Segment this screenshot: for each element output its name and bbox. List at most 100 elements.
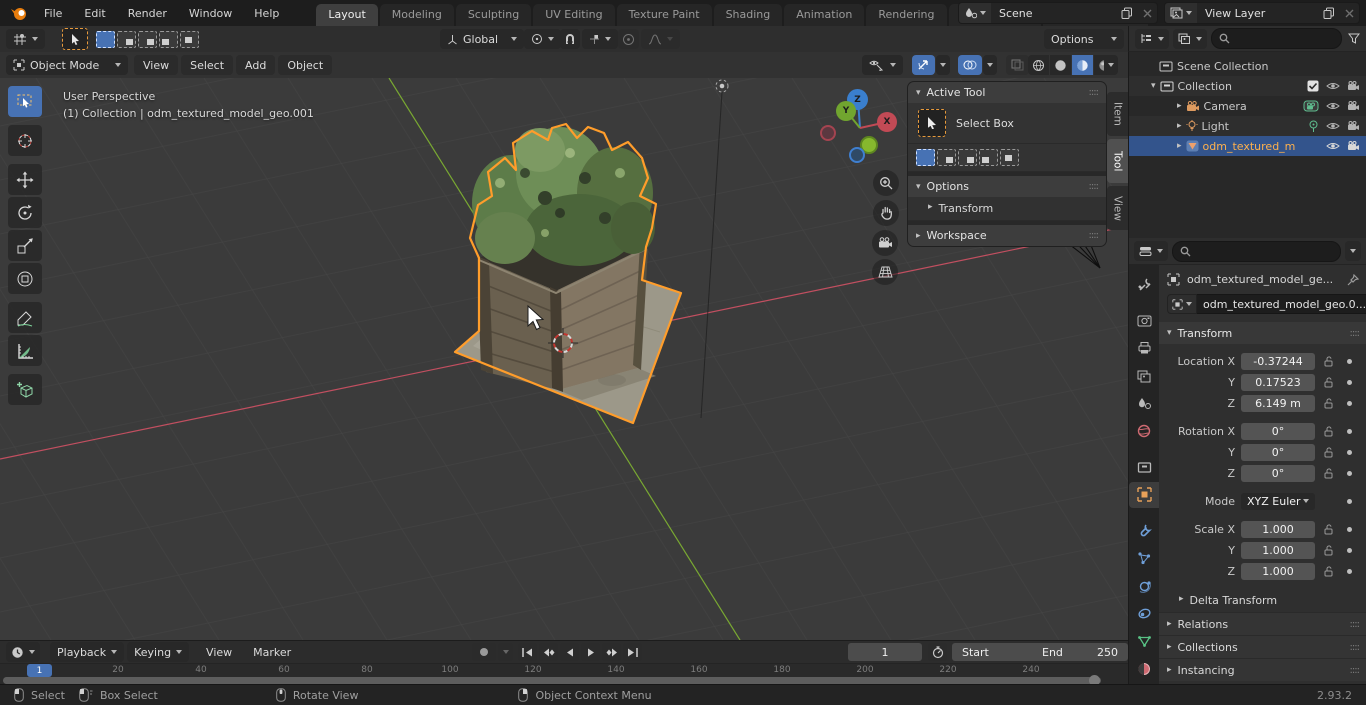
frame-end-field[interactable]: End250 [1032,643,1128,661]
viewport-menu-add[interactable]: Add [236,55,275,75]
animate-dot[interactable] [1347,471,1352,476]
disable-render-icon[interactable] [1347,121,1360,131]
select-mode-invert[interactable] [159,31,178,48]
panel-mode-extend[interactable] [937,149,956,166]
drag-handle-icon[interactable]: :::: [1089,230,1098,241]
scale-x-field[interactable]: 1.000 [1241,521,1315,538]
animate-dot[interactable] [1347,401,1352,406]
jump-to-start-button[interactable] [518,643,537,661]
workspace-tab-modeling[interactable]: Modeling [380,4,454,26]
timeline-scrollbar[interactable] [3,677,1101,684]
menu-file[interactable]: File [33,7,73,20]
drag-handle-icon[interactable]: :::: [1350,619,1359,630]
scale-y-field[interactable]: 1.000 [1241,542,1315,559]
light-data-icon[interactable] [1308,120,1319,133]
hide-eye-icon[interactable] [1326,101,1340,111]
remove-view-layer-button[interactable] [1339,3,1359,23]
tab-tool[interactable] [1129,272,1159,298]
lock-icon[interactable] [1320,426,1338,437]
animate-dot[interactable] [1347,569,1352,574]
zoom-button[interactable] [873,170,899,196]
tab-render[interactable] [1129,308,1159,334]
outliner-search[interactable] [1211,28,1342,49]
location-z-field[interactable]: 6.149 m [1241,395,1315,412]
lock-icon[interactable] [1320,356,1338,367]
pan-button[interactable] [873,200,899,226]
instancing-panel[interactable]: ▸ Instancing :::: [1159,658,1366,681]
show-overlays-toggle[interactable] [958,55,982,75]
animate-dot[interactable] [1347,429,1352,434]
lock-icon[interactable] [1320,447,1338,458]
sidebar-tab-tool[interactable]: Tool [1107,139,1128,183]
viewport-menu-select[interactable]: Select [181,55,233,75]
pin-icon[interactable] [1347,274,1359,286]
toggle-perspective-button[interactable] [872,259,898,285]
sidebar-tab-view[interactable]: View [1107,186,1128,230]
tab-object[interactable] [1129,482,1159,508]
gizmo-axis-x[interactable]: X [877,112,897,132]
animate-dot[interactable] [1347,499,1352,504]
options-panel-header[interactable]: ▾ Options :::: [908,176,1106,197]
select-mode-subtract[interactable] [138,31,157,48]
rotation-y-field[interactable]: 0° [1241,444,1315,461]
tab-collection[interactable] [1129,454,1159,480]
drag-handle-icon[interactable]: :::: [1350,665,1359,676]
show-gizmo-toggle[interactable] [912,55,935,75]
jump-to-prev-keyframe-button[interactable] [539,643,558,661]
workspace-tab-texture-paint[interactable]: Texture Paint [617,4,712,26]
select-mode-extend[interactable] [117,31,136,48]
tool-annotate[interactable] [8,302,42,333]
drag-handle-icon[interactable]: :::: [1350,328,1359,339]
play-button[interactable] [581,643,600,661]
hide-eye-icon[interactable] [1326,121,1340,131]
gizmo-axis-z-neg[interactable] [849,147,865,163]
tab-output[interactable] [1129,335,1159,361]
drag-handle-icon[interactable]: :::: [1089,87,1098,98]
tab-modifiers[interactable] [1129,518,1159,544]
rotation-x-field[interactable]: 0° [1241,423,1315,440]
view-layer-icon[interactable] [1165,3,1197,23]
tool-measure[interactable] [8,335,42,366]
unlink-scene-button[interactable] [1137,3,1157,23]
lock-icon[interactable] [1320,468,1338,479]
snap-toggle[interactable] [560,29,580,49]
outliner-row-scene-collection[interactable]: Scene Collection [1129,56,1366,76]
workspace-tab-rendering[interactable]: Rendering [866,4,946,26]
outliner-filter-display-dropdown[interactable] [1173,29,1207,49]
workspace-tab-animation[interactable]: Animation [784,4,864,26]
active-tool-button[interactable] [62,28,88,50]
panel-mode-intersect[interactable] [1000,149,1019,166]
sidebar-tab-item[interactable]: Item [1107,92,1128,136]
location-x-field[interactable]: -0.37244 [1241,353,1315,370]
play-reverse-button[interactable] [560,643,579,661]
proportional-editing-toggle[interactable] [618,29,639,49]
outliner-row-odm-textured-model[interactable]: ▸ odm_textured_m [1129,136,1366,156]
keying-menu[interactable]: Keying [127,642,189,662]
disable-render-icon[interactable] [1347,141,1360,151]
tool-rotate[interactable] [8,197,42,228]
menu-window[interactable]: Window [178,7,243,20]
viewport-menu-view[interactable]: View [134,55,178,75]
drag-handle-icon[interactable]: :::: [1350,642,1359,653]
current-frame-field[interactable]: 1 [848,643,922,661]
timeline-editor-type-button[interactable] [6,642,40,662]
new-view-layer-button[interactable] [1319,3,1339,23]
active-tool-panel-header[interactable]: ▾ Active Tool :::: [908,82,1106,103]
gizmo-axis-x-neg[interactable] [820,125,836,141]
view-layer-name[interactable]: View Layer [1197,7,1319,20]
tab-physics[interactable] [1129,573,1159,599]
tool-transform[interactable] [8,263,42,294]
panel-mode-subtract[interactable] [958,149,977,166]
camera-view-button[interactable] [872,230,898,256]
tab-scene[interactable] [1129,391,1159,417]
expand-icon[interactable]: ▸ [1177,141,1182,151]
hide-eye-icon[interactable] [1326,81,1340,91]
camera-data-icon[interactable] [1303,100,1319,112]
lock-icon[interactable] [1320,524,1338,535]
properties-filter-dropdown[interactable] [1345,241,1361,261]
snap-settings-dropdown[interactable] [582,29,618,49]
tab-particles[interactable] [1129,545,1159,571]
lock-icon[interactable] [1320,398,1338,409]
menu-help[interactable]: Help [243,7,290,20]
disable-render-icon[interactable] [1347,81,1360,91]
